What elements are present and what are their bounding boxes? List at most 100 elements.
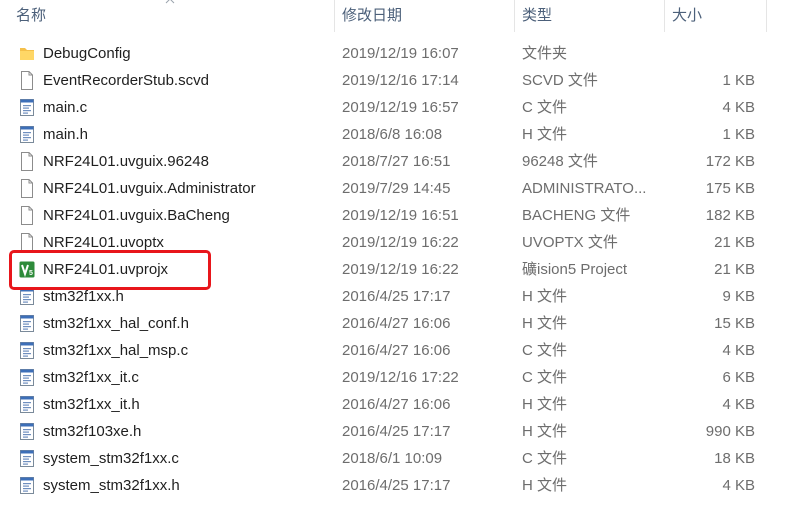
file-type: C 文件	[522, 99, 568, 116]
file-row[interactable]: NRF24L01.uvguix.Administrator 2019/7/29 1…	[0, 175, 795, 202]
file-type: 礦ision5 Project	[522, 261, 628, 278]
file-name: main.c	[43, 99, 88, 116]
file-size: 21 KB	[714, 261, 755, 278]
file-row[interactable]: system_stm32f1xx.h 2016/4/25 17:17 H 文件 4 K…	[0, 472, 795, 499]
file-modified-date: 2019/12/19 16:51	[342, 207, 459, 224]
file-name: NRF24L01.uvguix.Administrator	[43, 180, 256, 197]
column-header-type[interactable]: 类型	[522, 6, 552, 26]
file-modified-date: 2018/6/8 16:08	[342, 126, 443, 143]
column-header-size[interactable]: 大小	[672, 6, 702, 26]
file-size: 1 KB	[722, 72, 755, 89]
file-name: DebugConfig	[43, 45, 131, 62]
file-row[interactable]: stm32f1xx_it.h 2016/4/27 16:06 H 文件 4 KB	[0, 391, 795, 418]
source-file-icon	[19, 368, 35, 387]
source-file-icon	[19, 125, 35, 144]
column-header-bar: 名称 修改日期 类型 大小	[0, 0, 795, 34]
file-size	[666, 40, 755, 67]
file-type: H 文件	[522, 477, 568, 494]
column-divider[interactable]	[514, 0, 515, 32]
file-row[interactable]: stm32f1xx_hal_msp.c 2016/4/27 16:06 C 文件 4 …	[0, 337, 795, 364]
file-name: EventRecorderStub.scvd	[43, 72, 209, 89]
file-modified-date: 2019/12/19 16:07	[342, 45, 459, 62]
file-size: 990 KB	[705, 423, 755, 440]
file-row[interactable]: main.h 2018/6/8 16:08 H 文件 1 KB	[0, 121, 795, 148]
file-name: stm32f1xx_hal_msp.c	[43, 342, 189, 359]
file-row[interactable]: NRF24L01.uvguix.96248 2018/7/27 16:51 9624…	[0, 148, 795, 175]
source-file-icon	[19, 314, 35, 333]
file-modified-date: 2019/12/16 17:22	[342, 369, 459, 386]
file-row[interactable]: stm32f103xe.h 2016/4/25 17:17 H 文件 990 KB	[0, 418, 795, 445]
file-size: 172 KB	[705, 153, 755, 170]
file-name: NRF24L01.uvguix.BaCheng	[43, 207, 230, 224]
file-row[interactable]: stm32f1xx_hal_conf.h 2016/4/27 16:06 H 文件 1…	[0, 310, 795, 337]
source-file-icon	[19, 98, 35, 117]
file-row[interactable]: DebugConfig 2019/12/19 16:07 文件夹	[0, 40, 795, 67]
column-divider[interactable]	[766, 0, 767, 32]
file-type: UVOPTX 文件	[522, 234, 618, 251]
file-modified-date: 2019/12/19 16:57	[342, 99, 459, 116]
file-modified-date: 2018/7/27 16:51	[342, 153, 451, 170]
source-file-icon	[19, 341, 35, 360]
file-size: 175 KB	[705, 180, 755, 197]
file-size: 4 KB	[722, 477, 755, 494]
file-modified-date: 2019/12/19 16:22	[342, 234, 459, 251]
file-type: H 文件	[522, 396, 568, 413]
file-modified-date: 2016/4/25 17:17	[342, 477, 451, 494]
file-type: 96248 文件	[522, 153, 598, 170]
file-name: stm32f1xx_hal_conf.h	[43, 315, 189, 332]
column-header-name[interactable]: 名称	[16, 6, 46, 26]
highlight-annotation-box	[9, 250, 211, 290]
file-size: 1 KB	[722, 126, 755, 143]
file-row[interactable]: NRF24L01.uvguix.BaCheng 2019/12/19 16:51 B…	[0, 202, 795, 229]
file-modified-date: 2019/12/19 16:22	[342, 261, 459, 278]
column-header-date[interactable]: 修改日期	[342, 6, 402, 26]
file-modified-date: 2016/4/25 17:17	[342, 288, 451, 305]
file-size: 18 KB	[714, 450, 755, 467]
file-type: H 文件	[522, 126, 568, 143]
file-size: 9 KB	[722, 288, 755, 305]
file-type: SCVD 文件	[522, 72, 598, 89]
file-name: stm32f103xe.h	[43, 423, 142, 440]
file-type: H 文件	[522, 315, 568, 332]
file-name: stm32f1xx_it.c	[43, 369, 139, 386]
file-name: stm32f1xx_it.h	[43, 396, 140, 413]
file-name: main.h	[43, 126, 89, 143]
file-type: H 文件	[522, 423, 568, 440]
blank-file-icon	[19, 71, 35, 90]
column-divider[interactable]	[664, 0, 665, 32]
blank-file-icon	[19, 152, 35, 171]
file-row[interactable]: stm32f1xx_it.c 2019/12/16 17:22 C 文件 6 KB	[0, 364, 795, 391]
file-type: C 文件	[522, 369, 568, 386]
file-type: ADMINISTRATO...	[522, 180, 647, 197]
file-modified-date: 2016/4/27 16:06	[342, 315, 451, 332]
file-size: 21 KB	[714, 234, 755, 251]
source-file-icon	[19, 422, 35, 441]
file-size: 6 KB	[722, 369, 755, 386]
file-type: H 文件	[522, 288, 568, 305]
file-size: 182 KB	[705, 207, 755, 224]
column-divider[interactable]	[334, 0, 335, 32]
file-row[interactable]: EventRecorderStub.scvd 2019/12/16 17:14 SC…	[0, 67, 795, 94]
file-modified-date: 2019/7/29 14:45	[342, 180, 451, 197]
file-modified-date: 2019/12/16 17:14	[342, 72, 459, 89]
blank-file-icon	[19, 179, 35, 198]
file-type: 文件夹	[522, 45, 568, 62]
file-row[interactable]: system_stm32f1xx.c 2018/6/1 10:09 C 文件 18 K…	[0, 445, 795, 472]
file-type: C 文件	[522, 342, 568, 359]
file-modified-date: 2016/4/27 16:06	[342, 396, 451, 413]
file-name: NRF24L01.uvguix.96248	[43, 153, 209, 170]
file-type: BACHENG 文件	[522, 207, 631, 224]
sort-ascending-icon	[165, 0, 175, 4]
file-name: system_stm32f1xx.c	[43, 450, 179, 467]
file-size: 4 KB	[722, 99, 755, 116]
file-size: 4 KB	[722, 396, 755, 413]
source-file-icon	[19, 476, 35, 495]
source-file-icon	[19, 449, 35, 468]
file-modified-date: 2018/6/1 10:09	[342, 450, 443, 467]
file-modified-date: 2016/4/25 17:17	[342, 423, 451, 440]
file-type: C 文件	[522, 450, 568, 467]
file-modified-date: 2016/4/27 16:06	[342, 342, 451, 359]
file-size: 15 KB	[714, 315, 755, 332]
source-file-icon	[19, 395, 35, 414]
file-row[interactable]: main.c 2019/12/19 16:57 C 文件 4 KB	[0, 94, 795, 121]
